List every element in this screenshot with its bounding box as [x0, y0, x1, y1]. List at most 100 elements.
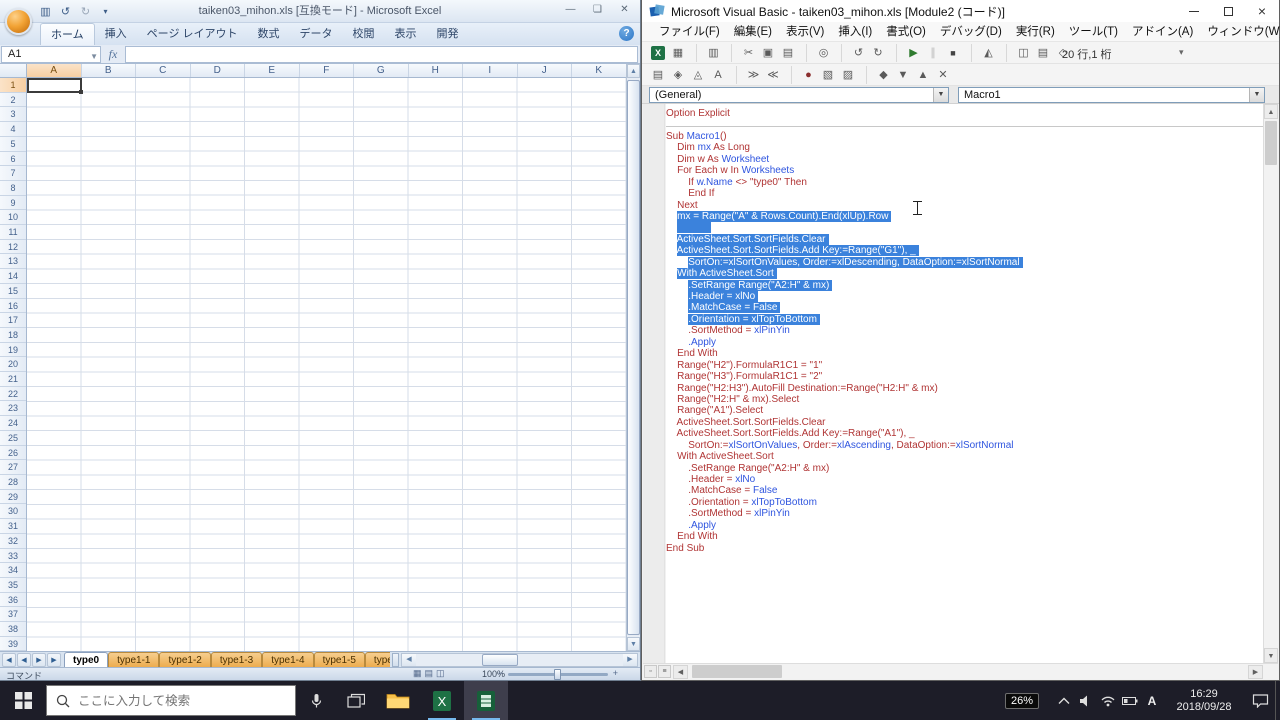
code-editor[interactable]: Option ExplicitSub Macro1() Dim mx As Lo… — [666, 104, 1263, 663]
zoom-out-icon[interactable]: − — [498, 668, 503, 678]
code-line-11[interactable] — [666, 222, 1263, 233]
code-line-23[interactable]: Range("H2").FormulaR1C1 = "1" — [666, 360, 1263, 371]
row-header-18[interactable]: 18 — [0, 328, 26, 343]
sheet-nav-last-icon[interactable]: ▶ — [47, 653, 61, 667]
ribbon-tab-6[interactable]: 校閲 — [343, 23, 385, 45]
list-properties-icon[interactable]: ▤ — [648, 66, 668, 84]
save-icon[interactable]: ▥ — [696, 44, 723, 62]
code-line-1[interactable]: Option Explicit — [666, 108, 1263, 119]
insert-userform-icon[interactable]: ▦ — [668, 44, 688, 62]
break-icon[interactable]: ∥ — [923, 44, 943, 62]
zoom-slider-thumb[interactable] — [554, 669, 561, 680]
toggle-breakpoint-icon[interactable]: ● — [791, 66, 818, 84]
row-header-14[interactable]: 14 — [0, 269, 26, 284]
code-line-9[interactable]: Next — [666, 200, 1263, 211]
outdent-icon[interactable]: ≪ — [763, 66, 783, 84]
row-header-33[interactable]: 33 — [0, 549, 26, 564]
maximize-button[interactable] — [1211, 0, 1245, 22]
insert-function-icon[interactable]: fx — [101, 47, 125, 62]
code-line-35[interactable]: .Orientation = xlTopToBottom — [666, 497, 1263, 508]
code-line-5[interactable]: Dim w As Worksheet — [666, 154, 1263, 165]
row-header-3[interactable]: 3 — [0, 107, 26, 122]
file-explorer-button[interactable] — [376, 681, 420, 720]
excel-vertical-scrollbar[interactable]: ▲ ▼ — [626, 64, 640, 651]
uncomment-block-icon[interactable]: ▨ — [838, 66, 858, 84]
customize-quick-access-icon[interactable]: ▾ — [98, 7, 113, 16]
fill-handle[interactable] — [79, 90, 83, 94]
code-line-18[interactable]: .MatchCase = False — [666, 302, 1263, 313]
column-header-E[interactable]: E — [245, 64, 300, 77]
vbe-horizontal-scrollbar[interactable]: ▫ ≡ ◀ ▶ — [643, 663, 1278, 679]
menu-5[interactable]: 書式(O) — [879, 22, 933, 42]
code-line-6[interactable]: For Each w In Worksheets — [666, 165, 1263, 176]
row-header-38[interactable]: 38 — [0, 622, 26, 637]
maximize-button[interactable]: ❏ — [584, 2, 611, 19]
normal-view-icon[interactable]: ▦ — [413, 668, 422, 679]
column-header-J[interactable]: J — [518, 64, 573, 77]
code-line-34[interactable]: .MatchCase = False — [666, 485, 1263, 496]
menu-4[interactable]: 挿入(I) — [831, 22, 879, 42]
code-line-24[interactable]: Range("H3").FormulaR1C1 = "2" — [666, 371, 1263, 382]
sheet-nav-next-icon[interactable]: ▶ — [32, 653, 46, 667]
code-line-33[interactable]: .Header = xlNo — [666, 474, 1263, 485]
parameter-info-icon[interactable]: ◬ — [688, 66, 708, 84]
code-line-36[interactable]: .SortMethod = xlPinYin — [666, 508, 1263, 519]
row-header-32[interactable]: 32 — [0, 534, 26, 549]
vbe-vertical-scrollbar[interactable]: ▲ ▼ — [1263, 104, 1278, 663]
row-header-24[interactable]: 24 — [0, 416, 26, 431]
row-header-7[interactable]: 7 — [0, 166, 26, 181]
excel-horizontal-scrollbar[interactable]: ◀ ▶ — [401, 653, 638, 667]
column-header-I[interactable]: I — [463, 64, 518, 77]
scroll-track[interactable] — [688, 665, 1246, 679]
row-header-23[interactable]: 23 — [0, 401, 26, 416]
show-desktop-button[interactable] — [1275, 681, 1280, 720]
row-header-13[interactable]: 13 — [0, 254, 26, 269]
menu-2[interactable]: 編集(E) — [727, 22, 779, 42]
paste-icon[interactable]: ▤ — [778, 44, 798, 62]
horizontal-scroll-thumb[interactable] — [692, 665, 782, 678]
full-module-view-icon[interactable]: ≡ — [658, 665, 671, 678]
cortana-mic-button[interactable] — [296, 681, 336, 720]
row-header-5[interactable]: 5 — [0, 137, 26, 152]
row-header-34[interactable]: 34 — [0, 563, 26, 578]
cut-icon[interactable]: ✂ — [731, 44, 758, 62]
code-margin-indicator-bar[interactable] — [643, 104, 665, 663]
minimize-button[interactable] — [1177, 0, 1211, 22]
scroll-up-icon[interactable]: ▲ — [627, 64, 640, 78]
scroll-right-icon[interactable]: ▶ — [1248, 665, 1263, 679]
sheet-tab-type1-3[interactable]: type1-3 — [211, 652, 262, 667]
network-tray-button[interactable] — [1097, 681, 1119, 720]
procedure-view-icon[interactable]: ▫ — [644, 665, 657, 678]
row-header-9[interactable]: 9 — [0, 196, 26, 211]
row-header-26[interactable]: 26 — [0, 446, 26, 461]
sheet-tab-type1-6[interactable]: type1-6 — [365, 652, 390, 667]
row-header-17[interactable]: 17 — [0, 313, 26, 328]
excel-taskbar-button[interactable]: X — [420, 681, 464, 720]
run-icon[interactable]: ▶ — [896, 44, 923, 62]
sheet-tab-type1-1[interactable]: type1-1 — [108, 652, 159, 667]
vertical-scroll-thumb[interactable] — [627, 80, 640, 635]
sheet-tab-type1-5[interactable]: type1-5 — [314, 652, 365, 667]
sheet-tab-type1-2[interactable]: type1-2 — [159, 652, 210, 667]
code-line-29[interactable]: ActiveSheet.Sort.SortFields.Add Key:=Ran… — [666, 428, 1263, 439]
code-line-10[interactable]: mx = Range("A" & Rows.Count).End(xlUp).R… — [666, 211, 1263, 222]
scroll-down-icon[interactable]: ▼ — [1264, 648, 1278, 663]
redo-icon[interactable]: ↻ — [868, 44, 888, 62]
code-line-19[interactable]: .Orientation = xlTopToBottom — [666, 314, 1263, 325]
zoom-slider[interactable]: − + — [508, 673, 608, 676]
horizontal-scroll-thumb[interactable] — [482, 654, 518, 666]
taskbar-search-box[interactable] — [46, 685, 296, 716]
dropdown-arrow-icon[interactable]: ▼ — [1249, 88, 1264, 102]
sheet-tab-type0[interactable]: type0 — [64, 652, 108, 667]
battery-percentage-badge[interactable]: 26% — [1005, 693, 1039, 709]
code-line-17[interactable]: .Header = xlNo — [666, 291, 1263, 302]
code-line-27[interactable]: Range("A1").Select — [666, 405, 1263, 416]
row-header-2[interactable]: 2 — [0, 93, 26, 108]
procedure-dropdown[interactable]: Macro1▼ — [958, 87, 1265, 103]
name-box-dropdown-icon[interactable]: ▼ — [90, 49, 98, 64]
column-header-H[interactable]: H — [409, 64, 464, 77]
copy-icon[interactable]: ▣ — [758, 44, 778, 62]
column-header-K[interactable]: K — [572, 64, 626, 77]
ribbon-tab-4[interactable]: 数式 — [248, 23, 290, 45]
scroll-left-icon[interactable]: ◀ — [402, 654, 416, 666]
